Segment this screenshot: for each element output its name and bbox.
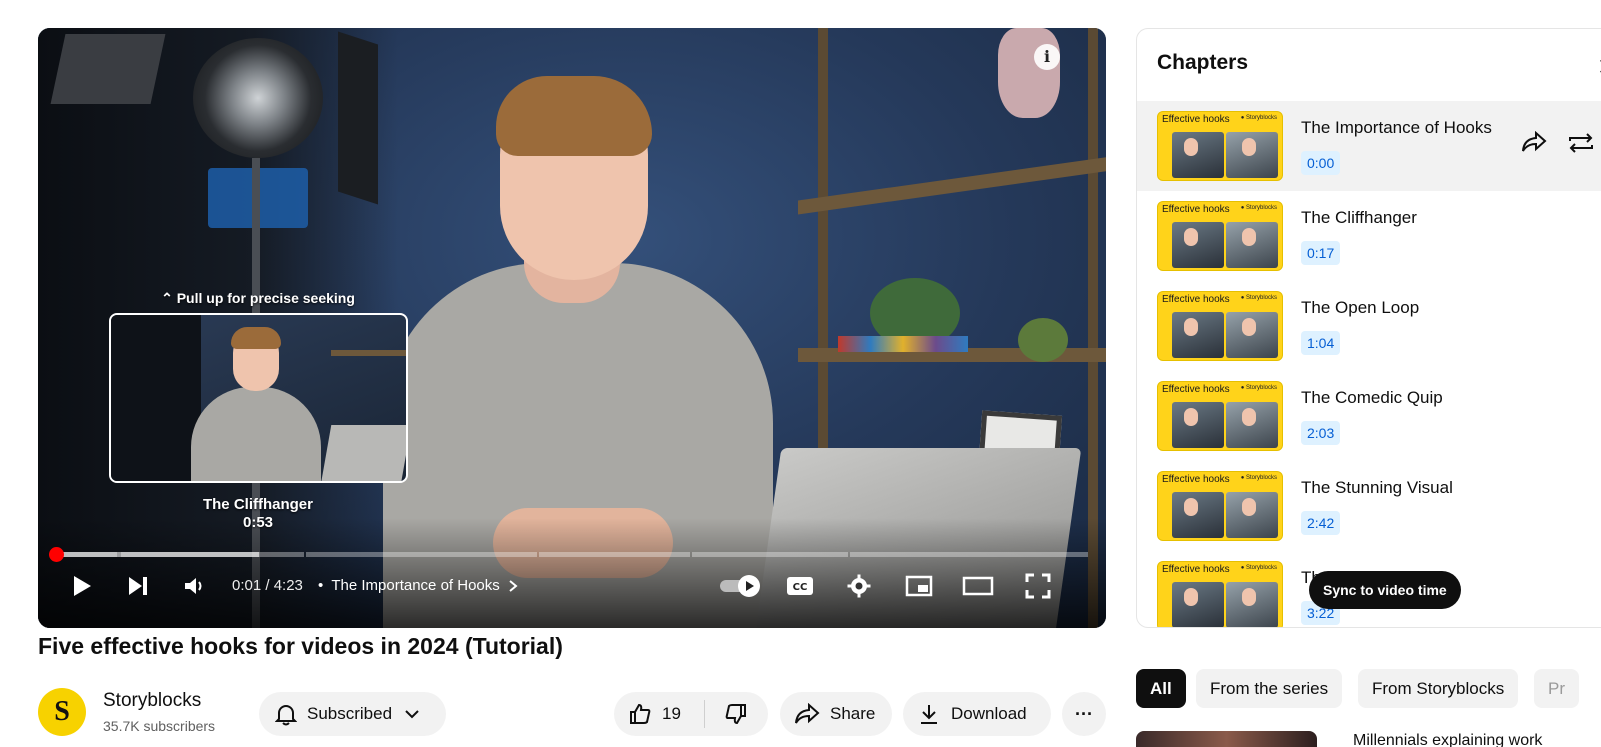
seek-preview-time: 0:53	[242, 514, 274, 531]
share-icon	[794, 703, 820, 725]
subscribed-label: Subscribed	[307, 704, 393, 723]
chapter-thumbnail-logo: ● Storyblocks	[1240, 295, 1277, 301]
seek-preview-chapter: The Cliffhanger	[202, 496, 313, 513]
chapter-row-actions	[1521, 130, 1595, 160]
miniplayer-icon[interactable]	[901, 568, 937, 604]
recommendation-title[interactable]: Millennials explaining work	[1353, 732, 1542, 747]
chapter-timestamp[interactable]: 0:00	[1301, 151, 1341, 175]
play-icon[interactable]	[64, 568, 100, 604]
chapter-segment[interactable]	[538, 552, 691, 557]
seek-hint: ⌃ Pull up for precise seeking	[161, 290, 355, 306]
chapter-thumbnail-text: Effective hooks	[1162, 294, 1230, 305]
chapter-item[interactable]: Effective hooks ● Storyblocks The Import…	[1137, 101, 1601, 191]
subscriber-count: 35.7K subscribers	[103, 718, 216, 734]
current-chapter-label: The Importance of Hooks	[331, 577, 500, 594]
filter-chip[interactable]: Pr	[1534, 669, 1579, 708]
share-button[interactable]: Share	[780, 692, 892, 736]
chapter-thumbnail-logo: ● Storyblocks	[1240, 205, 1277, 211]
share-label: Share	[830, 704, 876, 723]
progress-buffered	[52, 552, 260, 557]
channel-name[interactable]: Storyblocks	[103, 690, 201, 712]
cc-icon[interactable]: CC	[782, 568, 818, 604]
channel-avatar[interactable]: S	[38, 688, 86, 736]
chapter-thumbnail: Effective hooks ● Storyblocks	[1157, 111, 1283, 181]
chapter-thumbnail-logo: ● Storyblocks	[1240, 475, 1277, 481]
autoplay-icon	[746, 581, 754, 591]
chapter-segment[interactable]	[692, 552, 848, 557]
fullscreen-icon[interactable]	[1020, 568, 1056, 604]
chapter-item[interactable]: Effective hooks ● Storyblocks The Stunni…	[1137, 461, 1601, 551]
more-dots-icon: ···	[1075, 703, 1093, 724]
close-icon[interactable]: ✕	[1597, 53, 1601, 82]
chapter-item[interactable]: Effective hooks ● Storyblocks The Comedi…	[1137, 371, 1601, 461]
chapter-timestamp[interactable]: 2:42	[1301, 511, 1341, 535]
like-count: 19	[662, 704, 681, 723]
chapter-title: The Stunning Visual	[1301, 478, 1453, 497]
share-icon[interactable]	[1521, 130, 1547, 160]
sync-to-video-time-tooltip[interactable]: Sync to video time	[1309, 571, 1461, 609]
settings-icon[interactable]	[841, 568, 877, 604]
video-title: Five effective hooks for videos in 2024 …	[38, 633, 563, 659]
download-button[interactable]: Download	[903, 692, 1051, 736]
chapter-segment[interactable]	[849, 552, 1088, 557]
chapter-segment[interactable]	[306, 552, 537, 557]
volume-icon[interactable]	[176, 568, 212, 604]
time-display: 0:01 / 4:23	[232, 577, 303, 594]
chapter-title: The Comedic Quip	[1301, 388, 1443, 407]
video-player[interactable]: i ⌃ Pull up for precise seeking The Clif…	[38, 28, 1106, 628]
chapter-thumbnail: Effective hooks ● Storyblocks	[1157, 291, 1283, 361]
chapter-thumbnail-text: Effective hooks	[1162, 384, 1230, 395]
download-icon	[919, 703, 939, 725]
chapter-thumbnail-text: Effective hooks	[1162, 114, 1230, 125]
download-label: Download	[951, 704, 1027, 723]
bell-icon	[275, 702, 297, 726]
next-icon[interactable]	[120, 568, 156, 604]
info-icon[interactable]: i	[1034, 44, 1060, 70]
seek-preview-thumbnail	[109, 313, 408, 483]
chapter-timestamp[interactable]: 0:17	[1301, 241, 1341, 265]
current-chapter-button[interactable]: • The Importance of Hooks	[318, 568, 518, 604]
filter-chip[interactable]: All	[1136, 669, 1186, 708]
progress-bar[interactable]	[49, 547, 1088, 562]
chapter-thumbnail: Effective hooks ● Storyblocks	[1157, 381, 1283, 451]
chapter-item[interactable]: Effective hooks ● Storyblocks The Open L…	[1137, 281, 1601, 371]
chapter-thumbnail: Effective hooks ● Storyblocks	[1157, 201, 1283, 271]
filter-chip[interactable]: From Storyblocks	[1358, 669, 1519, 708]
chapter-timestamp[interactable]: 2:03	[1301, 421, 1341, 445]
autoplay-toggle[interactable]	[720, 575, 760, 597]
chapter-title: The Importance of Hooks	[1301, 118, 1492, 137]
thumbs-down-icon	[724, 702, 748, 726]
player-controls: 0:01 / 4:23 • The Importance of Hooks CC	[38, 568, 1106, 604]
more-actions-button[interactable]: ···	[1062, 692, 1106, 736]
chapter-thumbnail-text: Effective hooks	[1162, 474, 1230, 485]
chapter-thumbnail-logo: ● Storyblocks	[1240, 565, 1277, 571]
subscribed-button[interactable]: Subscribed	[259, 692, 446, 736]
chapter-title: The Cliffhanger	[1301, 208, 1417, 227]
chapter-thumbnail: Effective hooks ● Storyblocks	[1157, 471, 1283, 541]
like-button[interactable]: 19	[614, 692, 704, 736]
thumbs-up-icon	[628, 702, 652, 726]
chapter-timestamp[interactable]: 1:04	[1301, 331, 1341, 355]
like-dislike-group: 19	[614, 692, 768, 736]
chapters-panel-title: Chapters	[1157, 51, 1249, 74]
channel-avatar-initial: S	[54, 696, 70, 727]
theater-mode-icon[interactable]	[960, 568, 996, 604]
svg-text:CC: CC	[793, 582, 808, 593]
chevron-down-icon	[404, 709, 420, 719]
chapters-panel: Chapters ✕ Effective hooks ● Storyblocks…	[1136, 28, 1601, 628]
chapter-thumbnail-logo: ● Storyblocks	[1240, 115, 1277, 121]
recommendation-thumbnail[interactable]	[1136, 731, 1317, 747]
chapter-thumbnail-text: Effective hooks	[1162, 204, 1230, 215]
filter-chip[interactable]: From the series	[1196, 669, 1343, 708]
chapter-item[interactable]: Effective hooks ● Storyblocks The Cliffh…	[1137, 191, 1601, 281]
chapter-separator: •	[318, 577, 324, 594]
loop-icon[interactable]	[1567, 131, 1595, 160]
dislike-button[interactable]	[705, 692, 767, 736]
chevron-right-icon	[509, 580, 518, 592]
chapter-title: The Open Loop	[1301, 298, 1420, 317]
chapter-thumbnail-logo: ● Storyblocks	[1240, 385, 1277, 391]
seek-preview-label: The Cliffhanger 0:53	[108, 496, 408, 532]
chapter-thumbnail: Effective hooks ● Storyblocks	[1157, 561, 1283, 627]
chapter-thumbnail-text: Effective hooks	[1162, 564, 1230, 575]
